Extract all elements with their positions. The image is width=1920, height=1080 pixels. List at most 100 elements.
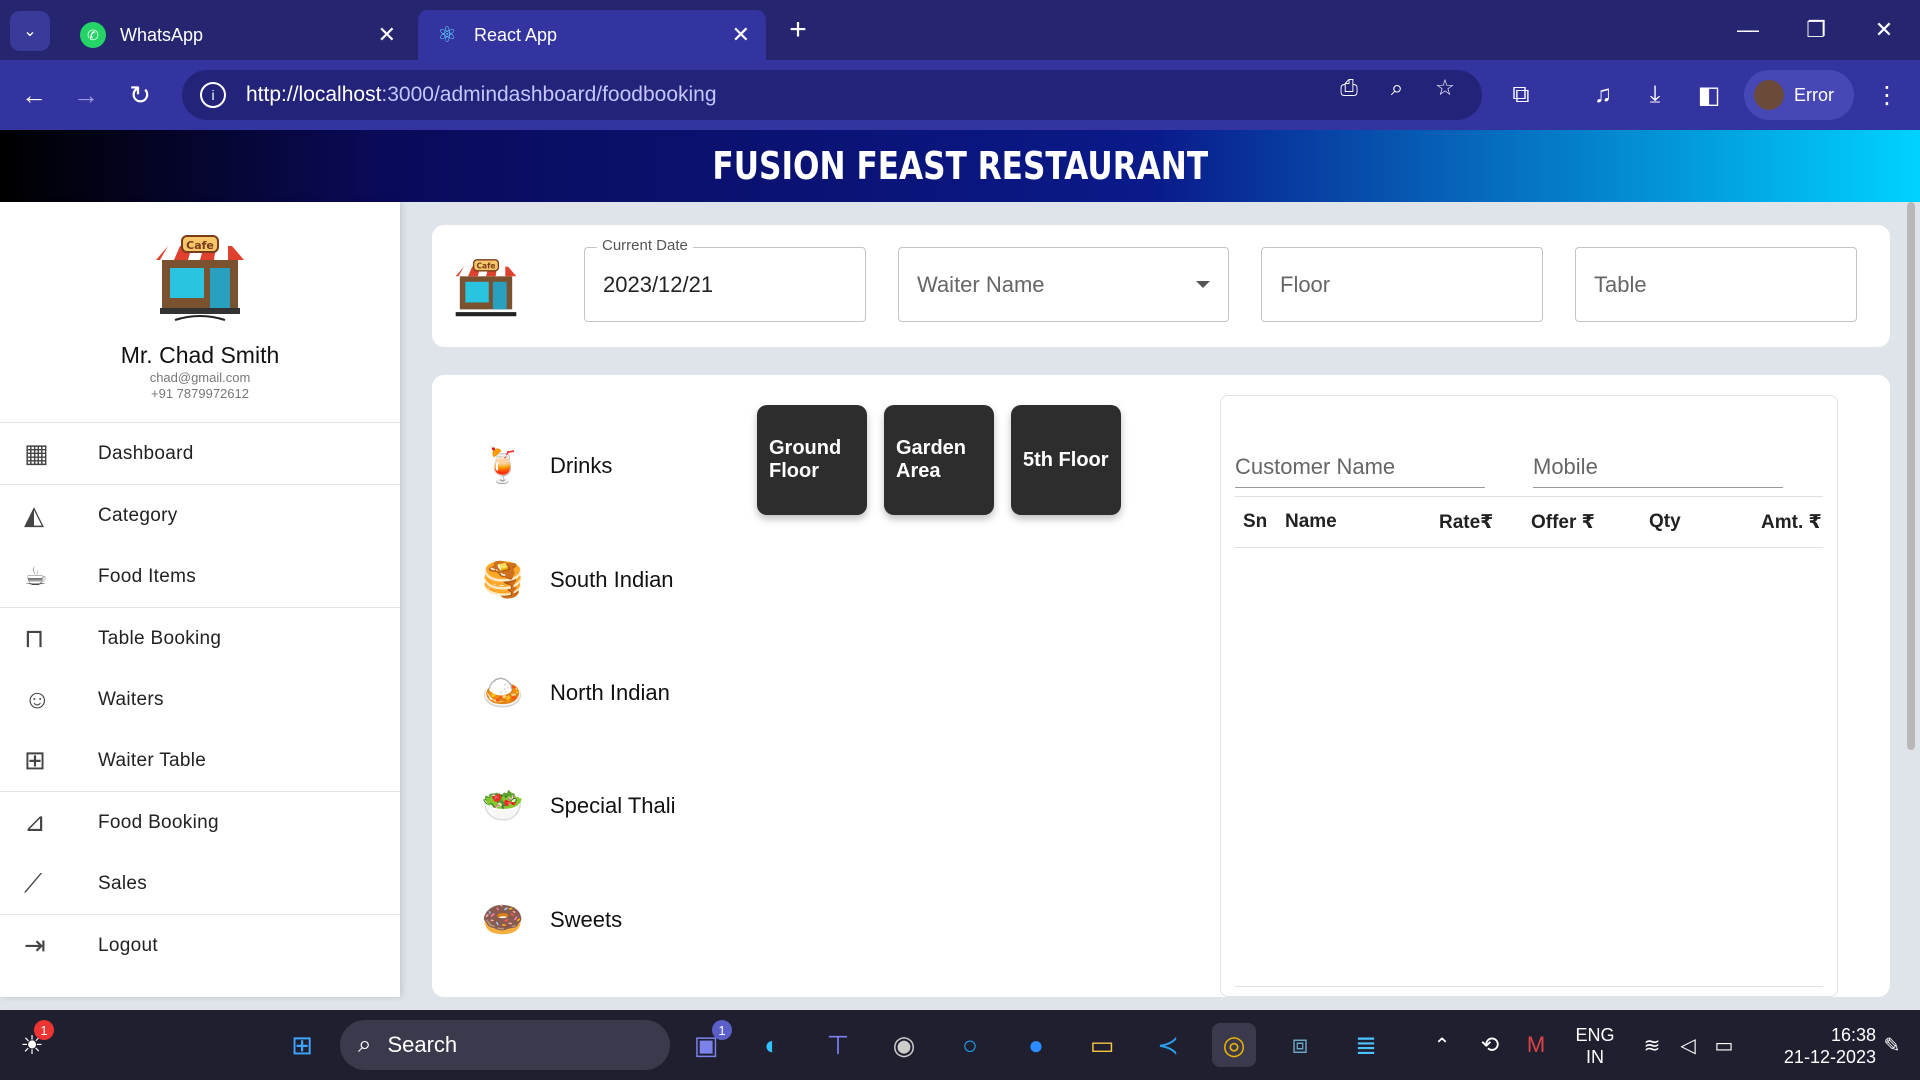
menu-kebab-icon[interactable]: ⋮ <box>1870 78 1904 112</box>
sidebar-item-category[interactable]: ◭ Category <box>0 485 400 546</box>
camera-icon[interactable]: ◉ <box>882 1023 926 1067</box>
column-header: Rate₹ <box>1439 512 1494 533</box>
waiter-name-select[interactable]: Waiter Name <box>898 247 1229 322</box>
new-tab-button[interactable]: + <box>780 12 816 48</box>
back-button[interactable]: ← <box>14 75 54 115</box>
profile-button[interactable]: Error <box>1744 70 1854 120</box>
profile-label: Error <box>1794 84 1834 105</box>
table-field[interactable]: Table <box>1575 247 1857 322</box>
category-sweets[interactable]: 🍩 Sweets <box>472 889 622 951</box>
tab-react-app[interactable]: ⚛ React App ✕ <box>418 10 766 60</box>
notepad-icon[interactable]: ≣ <box>1344 1023 1388 1067</box>
bookmark-star-icon[interactable]: ☆ <box>1430 73 1460 103</box>
site-info-icon[interactable]: i <box>200 82 226 108</box>
category-special-thali[interactable]: 🥗 Special Thali <box>472 775 676 837</box>
customer-name-input[interactable]: Customer Name <box>1235 446 1485 488</box>
booking-header-card: Cafe Current Date 2023/12/21 Waiter Name… <box>432 225 1890 347</box>
sidebar-item-label: Waiter Table <box>98 749 207 771</box>
page-title: FUSION FEAST RESTAURANT <box>712 144 1208 188</box>
edge-icon[interactable]: ◐ <box>750 1023 794 1067</box>
sidebar-item-sales[interactable]: ⟋ Sales <box>0 853 400 914</box>
table-icon: ⊓ <box>24 623 45 653</box>
food-booking-icon: ⊿ <box>24 807 46 837</box>
order-panel: Customer Name Mobile Sn Name Rate₹ Offer… <box>1220 395 1838 997</box>
sidebar-item-label: Table Booking <box>98 627 222 649</box>
download-icon[interactable]: ⤓ <box>1638 78 1672 112</box>
antivirus-icon[interactable]: M <box>1514 1023 1558 1067</box>
reload-button[interactable]: ↻ <box>120 75 160 115</box>
floor-placeholder: Floor <box>1280 271 1331 297</box>
sidebar-item-food-items[interactable]: ☕ Food Items <box>0 546 400 607</box>
category-label: Special Thali <box>550 793 676 818</box>
chrome-icon[interactable]: ◎ <box>1212 1023 1256 1067</box>
floor-button-garden[interactable]: Garden Area <box>884 405 994 515</box>
category-drinks[interactable]: 🍹 Drinks <box>472 435 613 497</box>
dropdown-caret-icon <box>1196 281 1210 288</box>
user-phone: +91 7879972612 <box>151 386 249 401</box>
minimize-button[interactable]: — <box>1718 10 1778 50</box>
tab-whatsapp[interactable]: ✆ WhatsApp ✕ <box>64 10 412 60</box>
sidebar-item-waiter-table[interactable]: ⊞ Waiter Table <box>0 730 400 791</box>
sidebar-item-label: Category <box>98 504 178 526</box>
current-date-field[interactable]: Current Date 2023/12/21 <box>584 237 866 322</box>
sidebar: Cafe Mr. Chad Smith chad@gmail.com +91 7… <box>0 202 400 997</box>
extensions-icon[interactable]: ⧉ <box>1504 78 1538 112</box>
windows-start-icon[interactable]: ⊞ <box>280 1023 324 1067</box>
whatsapp-icon: ✆ <box>80 22 106 48</box>
sidebar-item-dashboard[interactable]: ▦ Dashboard <box>0 423 400 484</box>
cortana-icon[interactable]: ○ <box>948 1023 992 1067</box>
logo-text: Cafe <box>476 262 495 271</box>
notification-badge: 1 <box>34 1020 54 1040</box>
user-name: Mr. Chad Smith <box>120 342 280 368</box>
waiter-icon: ☺ <box>24 684 51 714</box>
close-icon[interactable]: ✕ <box>378 22 396 48</box>
forward-button[interactable]: → <box>66 75 106 115</box>
sidebar-item-waiters[interactable]: ☺ Waiters <box>0 669 400 730</box>
close-icon[interactable]: ✕ <box>732 22 750 48</box>
taskbar-search[interactable]: ⌕ Search <box>340 1020 670 1070</box>
install-app-icon[interactable]: ⎙ <box>1334 73 1364 103</box>
address-bar[interactable]: i http://localhost :3000/admindashboard/… <box>182 70 1482 120</box>
donut-icon: 🍩 <box>481 901 525 939</box>
sidebar-item-logout[interactable]: ⇥ Logout <box>0 915 400 976</box>
category-label: South Indian <box>550 567 674 592</box>
restore-button[interactable]: ❐ <box>1786 10 1846 50</box>
mobile-input[interactable]: Mobile <box>1533 446 1783 488</box>
teams-icon[interactable]: ⊤ <box>816 1023 860 1067</box>
page-scrollbar[interactable] <box>1907 202 1915 750</box>
language-indicator[interactable]: ENG IN <box>1570 1024 1620 1068</box>
current-date-label: Current Date <box>597 237 693 254</box>
column-header: Name <box>1285 511 1337 532</box>
clock[interactable]: 16:38 21-12-2023 <box>1756 1024 1876 1068</box>
sidebar-item-label: Waiters <box>98 688 164 710</box>
logo-text: Cafe <box>186 239 214 252</box>
battery-icon[interactable]: ▭ <box>1702 1023 1746 1067</box>
floor-button-ground[interactable]: Ground Floor <box>757 405 867 515</box>
media-control-icon[interactable]: ♫ <box>1586 78 1620 112</box>
tab-search-button[interactable]: ⌄ <box>10 11 50 51</box>
current-date-value: 2023/12/21 <box>603 271 714 297</box>
sync-icon[interactable]: ⟲ <box>1468 1023 1512 1067</box>
vscode-icon[interactable]: ≺ <box>1146 1023 1190 1067</box>
side-panel-icon[interactable]: ◧ <box>1692 78 1726 112</box>
chevron-up-icon[interactable]: ⌃ <box>1420 1023 1464 1067</box>
floor-button-5th[interactable]: 5th Floor <box>1011 405 1121 515</box>
zoom-icon[interactable]: ⌕ <box>1382 73 1412 103</box>
zoom-icon[interactable]: ● <box>1014 1023 1058 1067</box>
user-email: chad@gmail.com <box>149 370 251 385</box>
dosa-icon: 🥞 <box>481 561 525 599</box>
food-items-icon: ☕ <box>24 561 48 591</box>
tab-title: React App <box>474 24 558 45</box>
notifications-icon[interactable]: ✎ <box>1870 1023 1914 1067</box>
drink-icon: 🍹 <box>481 447 525 485</box>
cafe-logo: Cafe <box>150 232 250 322</box>
category-north-indian[interactable]: 🍛 North Indian <box>472 662 670 724</box>
file-explorer-icon[interactable]: ▭ <box>1080 1023 1124 1067</box>
sidebar-item-food-booking[interactable]: ⊿ Food Booking <box>0 792 400 853</box>
floor-field[interactable]: Floor <box>1261 247 1543 322</box>
category-south-indian[interactable]: 🥞 South Indian <box>472 549 674 611</box>
sidebar-item-table-booking[interactable]: ⊓ Table Booking <box>0 608 400 669</box>
window-close-button[interactable]: ✕ <box>1854 10 1914 50</box>
mobile-placeholder: Mobile <box>1533 453 1598 479</box>
mysql-workbench-icon[interactable]: ⧈ <box>1278 1023 1322 1067</box>
